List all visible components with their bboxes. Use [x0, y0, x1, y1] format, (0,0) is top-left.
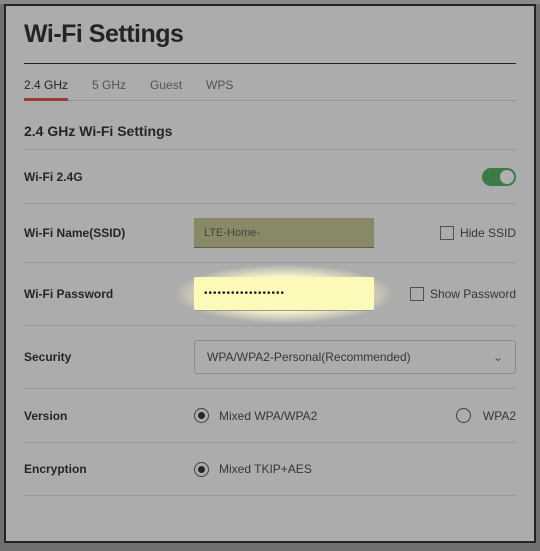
- tab-guest[interactable]: Guest: [150, 78, 182, 100]
- row-wifi-enable: Wi-Fi 2.4G: [24, 149, 516, 203]
- password-input[interactable]: ••••••••••••••••••: [194, 277, 374, 311]
- row-encryption: Encryption Mixed TKIP+AES: [24, 442, 516, 496]
- security-select[interactable]: WPA/WPA2-Personal(Recommended) ⌄: [194, 340, 516, 374]
- tab-24ghz[interactable]: 2.4 GHz: [24, 78, 68, 100]
- version-opt1-label: Mixed WPA/WPA2: [219, 409, 317, 423]
- tab-bar: 2.4 GHz 5 GHz Guest WPS: [24, 78, 516, 101]
- row-password: Wi-Fi Password •••••••••••••••••• Show P…: [24, 262, 516, 325]
- show-password-checkbox[interactable]: [410, 287, 424, 301]
- version-radio-wpa2[interactable]: [456, 408, 471, 423]
- wifi-enable-label: Wi-Fi 2.4G: [24, 170, 194, 184]
- version-radio-mixed[interactable]: [194, 408, 209, 423]
- page-title: Wi-Fi Settings: [24, 20, 516, 49]
- password-label: Wi-Fi Password: [24, 287, 194, 301]
- tab-wps[interactable]: WPS: [206, 78, 233, 100]
- row-security: Security WPA/WPA2-Personal(Recommended) …: [24, 325, 516, 388]
- chevron-down-icon: ⌄: [493, 350, 503, 364]
- password-highlight: ••••••••••••••••••: [194, 277, 374, 311]
- title-divider: [24, 63, 516, 64]
- encryption-opt1-label: Mixed TKIP+AES: [219, 462, 312, 476]
- show-password-label: Show Password: [430, 287, 516, 301]
- encryption-radio-mixed[interactable]: [194, 462, 209, 477]
- tab-5ghz[interactable]: 5 GHz: [92, 78, 126, 100]
- encryption-label: Encryption: [24, 462, 194, 476]
- ssid-value: LTE-Home-: [204, 227, 260, 239]
- row-version: Version Mixed WPA/WPA2 WPA2: [24, 388, 516, 442]
- hide-ssid-label: Hide SSID: [460, 226, 516, 240]
- section-title: 2.4 GHz Wi-Fi Settings: [24, 123, 516, 139]
- version-opt2-label: WPA2: [483, 409, 516, 423]
- ssid-label: Wi-Fi Name(SSID): [24, 226, 194, 240]
- ssid-input[interactable]: LTE-Home-: [194, 218, 374, 248]
- settings-panel: Wi-Fi Settings 2.4 GHz 5 GHz Guest WPS 2…: [4, 4, 536, 543]
- security-value: WPA/WPA2-Personal(Recommended): [207, 350, 411, 364]
- security-label: Security: [24, 350, 194, 364]
- wifi-enable-toggle[interactable]: [482, 168, 516, 186]
- hide-ssid-checkbox[interactable]: [440, 226, 454, 240]
- password-value: ••••••••••••••••••: [204, 288, 285, 299]
- version-label: Version: [24, 409, 194, 423]
- row-ssid: Wi-Fi Name(SSID) LTE-Home- Hide SSID: [24, 203, 516, 262]
